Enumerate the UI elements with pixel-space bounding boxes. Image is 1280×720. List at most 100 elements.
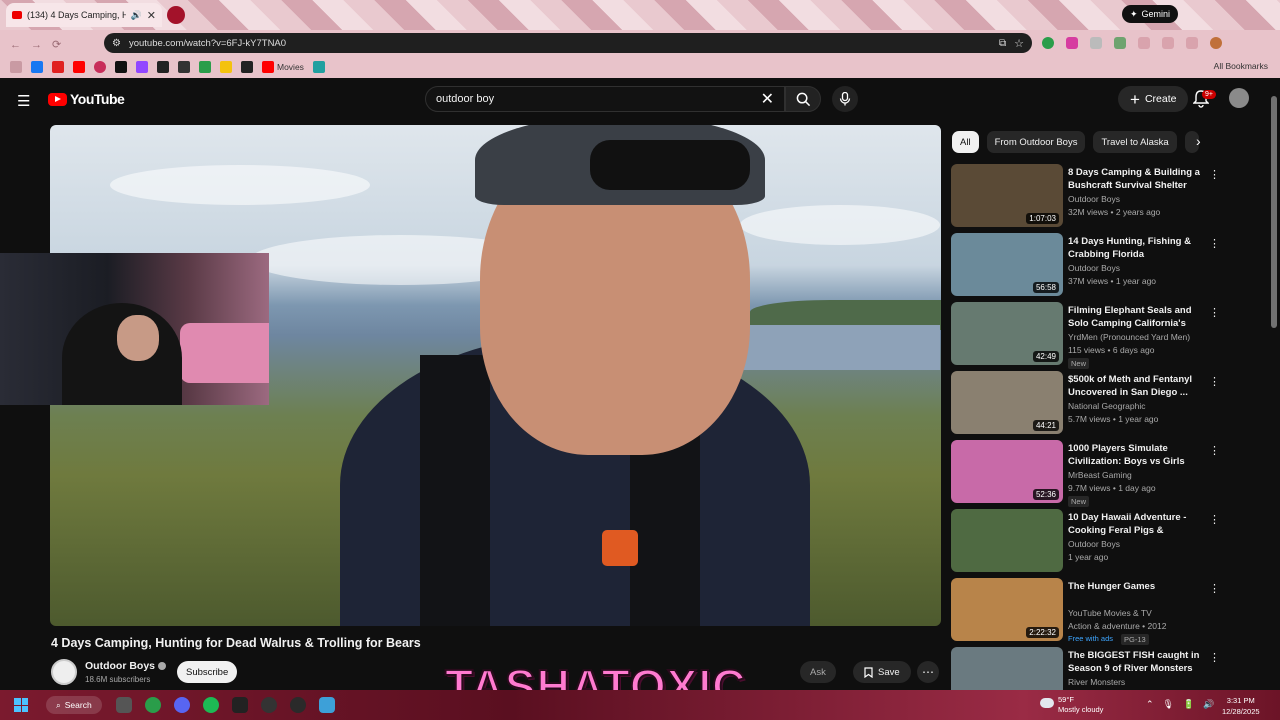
file-explorer-icon[interactable] [116,697,132,713]
bookmark-red-icon[interactable] [52,61,64,73]
youtube-bookmark-icon[interactable] [73,61,85,73]
search-button[interactable] [785,86,821,112]
recommendation-title[interactable]: 1000 Players Simulate Civilization: Boys… [1068,442,1208,468]
speaker-icon[interactable]: 🔊 [131,10,142,21]
kick-icon[interactable] [115,61,127,73]
extension-icon[interactable] [1090,37,1102,49]
twitch-icon[interactable] [136,61,148,73]
bookmark-star-icon[interactable]: ☆ [1014,37,1024,50]
bookmark-icon[interactable] [199,61,211,73]
recommendation-title[interactable]: The BIGGEST FISH caught in Season 9 of R… [1068,649,1208,675]
system-tray-icons[interactable]: ⌃🎙🔋🔊 [1146,699,1223,710]
chrome-icon[interactable] [145,697,161,713]
recommendation-item[interactable]: 42:49 Filming Elephant Seals and Solo Cam… [951,302,1221,370]
spotify-icon[interactable] [203,697,219,713]
clear-search-icon[interactable]: ✕ [761,89,774,109]
x-icon[interactable] [157,61,169,73]
bookmark-movies[interactable]: Movies [262,61,304,73]
extension-icon[interactable] [1066,37,1078,49]
chip-travel-to-alaska[interactable]: Travel to Alaska [1093,131,1177,153]
chip-all[interactable]: All [952,131,979,153]
save-button[interactable]: Save [853,661,911,683]
recommendation-item[interactable]: 44:21 $500k of Meth and Fentanyl Uncovere… [951,371,1221,439]
video-thumbnail[interactable]: 42:49 [951,302,1063,365]
recommendation-channel[interactable]: Outdoor Boys [1068,539,1120,549]
recommendation-channel[interactable]: YrdMen (Pronounced Yard Men) [1068,332,1190,342]
profile-avatar-icon[interactable] [1210,37,1222,49]
recommendation-title[interactable]: 10 Day Hawaii Adventure - Cooking Feral … [1068,511,1208,537]
video-thumbnail[interactable]: 44:21 [951,371,1063,434]
search-input[interactable]: outdoor boy ✕ [425,86,785,112]
more-vert-icon[interactable]: ⋮ [1209,444,1220,457]
ask-button[interactable]: Ask [800,661,836,683]
extension-icon[interactable] [1042,37,1054,49]
page-scrollbar[interactable] [1271,96,1277,328]
site-info-icon[interactable]: ⚙ [112,38,121,49]
recommendation-item[interactable]: 52:36 1000 Players Simulate Civilization:… [951,440,1221,508]
recommendation-item[interactable]: 1:07:03 8 Days Camping & Building a Bushc… [951,164,1221,232]
close-tab-icon[interactable]: ✕ [147,9,156,22]
video-thumbnail[interactable]: 1:07:03 [951,164,1063,227]
facebook-icon[interactable] [31,61,43,73]
recommendation-channel[interactable]: YouTube Movies & TV [1068,608,1152,618]
channel-avatar[interactable] [51,659,77,685]
app-icon[interactable] [232,697,248,713]
recommendation-title[interactable]: 8 Days Camping & Building a Bushcraft Su… [1068,166,1208,192]
video-thumbnail[interactable]: 2:22:32 [951,578,1063,641]
chip-from-outdoor-boys[interactable]: From Outdoor Boys [986,131,1086,153]
bookmark-icon[interactable] [241,61,253,73]
more-vert-icon[interactable]: ⋮ [1209,513,1220,526]
recommendation-item[interactable]: 56:58 14 Days Hunting, Fishing & Crabbing… [951,233,1221,301]
create-button[interactable]: + Create [1118,86,1189,112]
pinterest-icon[interactable] [94,61,106,73]
recommendation-title[interactable]: 14 Days Hunting, Fishing & Crabbing Flor… [1068,235,1208,261]
recommendation-title[interactable]: Filming Elephant Seals and Solo Camping … [1068,304,1208,330]
taskbar-search[interactable]: ⌕ Search [46,696,102,714]
extension-icon[interactable] [1114,37,1126,49]
apps-grid-icon[interactable] [10,61,22,73]
recommendation-title[interactable]: $500k of Meth and Fentanyl Uncovered in … [1068,373,1208,399]
bookmark-icon[interactable] [312,61,325,73]
bookmark-icon[interactable] [178,61,190,73]
recommendation-channel[interactable]: National Geographic [1068,401,1146,411]
more-vert-icon[interactable]: ⋮ [1209,651,1220,664]
video-thumbnail[interactable]: 52:36 [951,440,1063,503]
channel-name[interactable]: Outdoor Boys [85,660,166,672]
discord-icon[interactable] [174,697,190,713]
recommendation-channel[interactable]: River Monsters [1068,677,1125,687]
recommendation-item[interactable]: 10 Day Hawaii Adventure - Cooking Feral … [951,509,1221,577]
recommendation-item[interactable]: 2:22:32 The Hunger Games YouTube Movies & … [951,578,1221,646]
more-vert-icon[interactable]: ⋮ [1209,375,1220,388]
voice-search-button[interactable] [832,86,858,112]
more-vert-icon[interactable]: ⋮ [1209,306,1220,319]
more-vert-icon[interactable]: ⋮ [1209,582,1220,595]
all-bookmarks[interactable]: All Bookmarks [1214,61,1268,71]
omnibox[interactable]: ⚙ youtube.com/watch?v=6FJ-kY7TNA0 ⧉ ☆ [104,33,1032,53]
app-icon[interactable] [319,697,335,713]
youtube-logo[interactable]: YouTube [48,91,125,107]
obs-icon[interactable] [290,697,306,713]
more-vert-icon[interactable]: ⋮ [1209,237,1220,250]
bookmark-icon[interactable] [220,61,232,73]
extension-icon[interactable] [1162,37,1174,49]
recommendation-channel[interactable]: Outdoor Boys [1068,194,1120,204]
install-icon[interactable]: ⧉ [999,38,1006,49]
video-thumbnail[interactable]: 56:58 [951,233,1063,296]
more-actions-button[interactable]: ⋯ [917,661,939,683]
subscribe-button[interactable]: Subscribe [177,661,238,683]
app-icon[interactable] [261,697,277,713]
extension-icon[interactable] [1186,37,1198,49]
windows-start-icon[interactable] [14,698,28,712]
recommendation-channel[interactable]: Outdoor Boys [1068,263,1120,273]
hamburger-menu-icon[interactable]: ☰ [17,92,30,110]
clock[interactable]: 3:31 PM 12/28/2025 [1222,695,1260,717]
recommendation-title[interactable]: The Hunger Games [1068,580,1208,593]
nav-buttons[interactable]: ←→⟳ [10,38,71,51]
chevron-right-icon[interactable]: › [1196,133,1201,149]
more-vert-icon[interactable]: ⋮ [1209,168,1220,181]
browser-tab[interactable]: (134) 4 Days Camping, Hun 🔊 ✕ [6,3,162,27]
profile-tab-button[interactable] [167,6,185,24]
recommendation-channel[interactable]: MrBeast Gaming [1068,470,1132,480]
extension-icon[interactable] [1138,37,1150,49]
video-thumbnail[interactable] [951,509,1063,572]
